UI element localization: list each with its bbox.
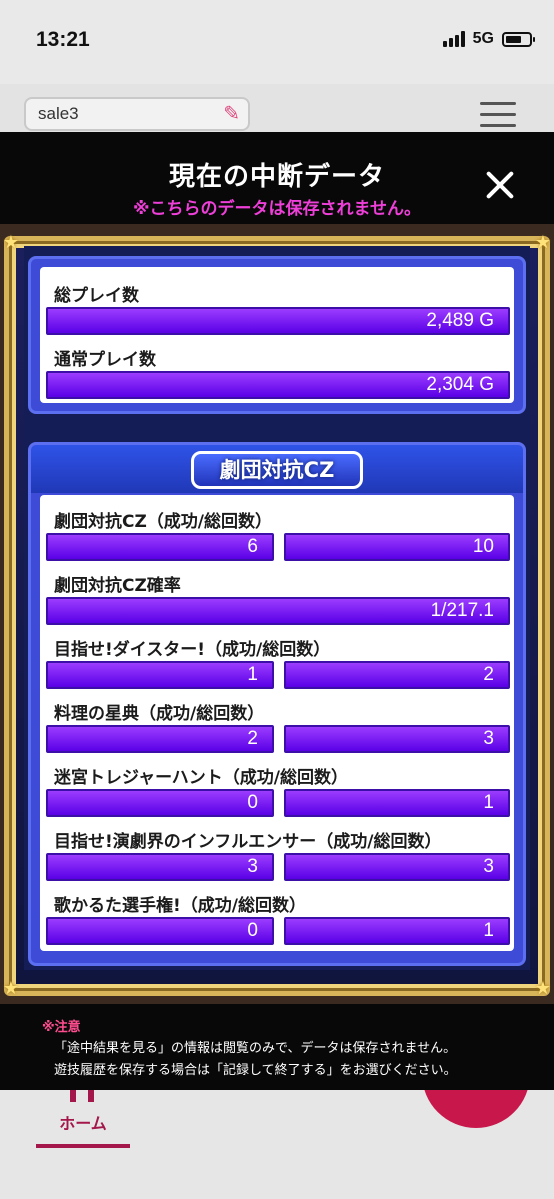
modal-title: 現在の中断データ bbox=[168, 162, 385, 192]
notice-line-1: 「途中結果を見る」の情報は閲覧のみで、データは保存されません。 bbox=[54, 1041, 457, 1056]
cz-panel-body: 劇団対抗CZ（成功/総回数） 6 10 劇団対抗CZ確率 1/217.1 目指せ… bbox=[40, 495, 514, 951]
normal-plays-label: 通常プレイ数 bbox=[54, 350, 156, 370]
stat-success-value: 1 bbox=[46, 661, 274, 689]
cz-rate-label: 劇団対抗CZ確率 bbox=[54, 576, 181, 596]
normal-plays-value: 2,304 G bbox=[46, 371, 510, 399]
page-header: sale3 ✎ bbox=[0, 84, 554, 134]
network-label: 5G bbox=[472, 30, 494, 47]
stat-success-value: 3 bbox=[46, 853, 274, 881]
search-input-value: sale3 bbox=[38, 104, 79, 123]
close-icon[interactable] bbox=[484, 169, 516, 201]
data-scroll-area[interactable]: 総プレイ数 2,489 G 通常プレイ数 2,304 G 劇団対抗CZ 劇団対抗… bbox=[24, 246, 530, 970]
cz-panel: 劇団対抗CZ 劇団対抗CZ（成功/総回数） 6 10 劇団対抗CZ確率 1/21… bbox=[28, 442, 526, 966]
stat-total-value: 2 bbox=[284, 661, 510, 689]
cz-total-value: 10 bbox=[284, 533, 510, 561]
hamburger-menu-icon[interactable] bbox=[480, 102, 516, 128]
tab-home-label: ホーム bbox=[59, 1114, 107, 1133]
star-icon: ★ bbox=[2, 978, 20, 999]
star-icon: ★ bbox=[2, 232, 20, 253]
cz-panel-header: 劇団対抗CZ bbox=[31, 445, 523, 493]
total-plays-value: 2,489 G bbox=[46, 307, 510, 335]
signal-icon bbox=[442, 31, 465, 47]
pencil-icon[interactable]: ✎ bbox=[223, 104, 240, 124]
stat-total-value: 1 bbox=[284, 917, 510, 945]
stat-total-value: 3 bbox=[284, 853, 510, 881]
stat-total-value: 1 bbox=[284, 789, 510, 817]
status-time: 13:21 bbox=[36, 28, 90, 51]
notice-title: ※注意 bbox=[42, 1020, 81, 1035]
stat-label: 料理の星典（成功/総回数） bbox=[54, 704, 265, 724]
modal-header: 現在の中断データ ※こちらのデータは保存されません。 bbox=[0, 132, 554, 224]
stat-label: 目指せ!ダイスター!（成功/総回数） bbox=[54, 640, 331, 660]
star-icon: ★ bbox=[534, 232, 552, 253]
stat-label: 目指せ!演劇界のインフルエンサー（成功/総回数） bbox=[54, 832, 442, 852]
star-icon: ★ bbox=[534, 978, 552, 999]
tab-home[interactable]: ホーム bbox=[36, 1090, 130, 1148]
notice-area: ※注意 「途中結果を見る」の情報は閲覧のみで、データは保存されません。 遊技履歴… bbox=[0, 1004, 554, 1090]
cz-success-value: 6 bbox=[46, 533, 274, 561]
cz-rate-value: 1/217.1 bbox=[46, 597, 510, 625]
summary-panel: 総プレイ数 2,489 G 通常プレイ数 2,304 G bbox=[28, 256, 526, 414]
stat-success-value: 0 bbox=[46, 917, 274, 945]
notice-line-2: 遊技履歴を保存する場合は「記録して終了する」をお選びください。 bbox=[54, 1063, 457, 1078]
stat-label: 迷宮トレジャーハント（成功/総回数） bbox=[54, 768, 349, 788]
home-icon bbox=[70, 1090, 94, 1102]
status-bar: 13:21 5G bbox=[0, 0, 554, 84]
total-plays-label: 総プレイ数 bbox=[54, 286, 139, 306]
search-input[interactable]: sale3 ✎ bbox=[24, 97, 250, 131]
stat-total-value: 3 bbox=[284, 725, 510, 753]
summary-panel-body: 総プレイ数 2,489 G 通常プレイ数 2,304 G bbox=[40, 267, 514, 403]
cz-panel-title: 劇団対抗CZ bbox=[191, 451, 363, 489]
battery-icon bbox=[502, 31, 535, 47]
status-indicators: 5G bbox=[442, 30, 535, 48]
modal-subtitle: ※こちらのデータは保存されません。 bbox=[132, 199, 422, 219]
stat-label: 歌かるた選手権!（成功/総回数） bbox=[54, 896, 306, 916]
stat-success-value: 0 bbox=[46, 789, 274, 817]
cz-count-label: 劇団対抗CZ（成功/総回数） bbox=[54, 512, 273, 532]
stat-success-value: 2 bbox=[46, 725, 274, 753]
